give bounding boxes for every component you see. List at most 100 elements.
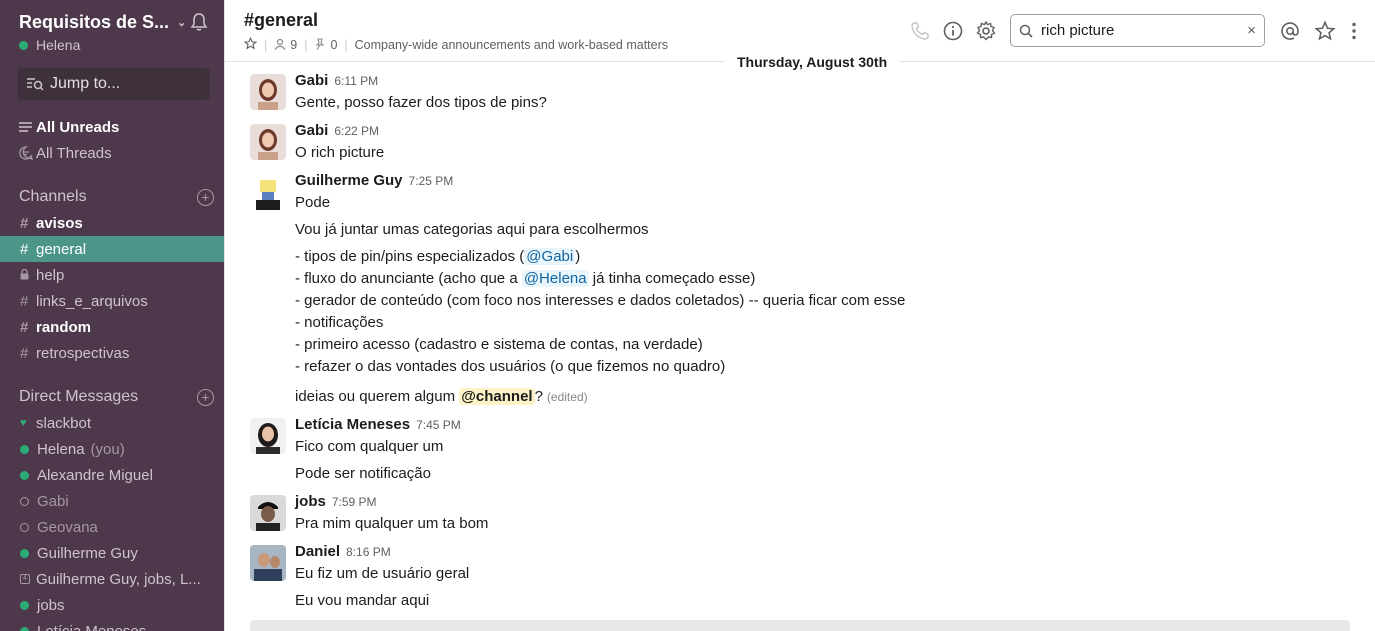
gear-icon[interactable]	[975, 20, 997, 42]
message-header: Guilherme Guy 7:25 PM	[295, 172, 453, 189]
you-suffix: (you)	[90, 440, 125, 458]
add-channel-icon[interactable]: +	[197, 188, 214, 206]
star-icon[interactable]	[1314, 20, 1336, 42]
phone-icon[interactable]	[909, 20, 931, 42]
bell-icon[interactable]	[190, 12, 208, 32]
timestamp[interactable]: 7:45 PM	[416, 418, 461, 432]
message-text: Gente, posso fazer dos tipos de pins?	[295, 94, 547, 111]
channel-topic[interactable]: Company-wide announcements and work-base…	[355, 38, 668, 52]
dm-label: Geovana	[37, 518, 98, 536]
message-text: Vou já juntar umas categorias aqui para …	[295, 221, 649, 238]
pin-icon	[314, 37, 326, 53]
threads-icon	[19, 146, 36, 160]
dm-label: Letícia Meneses	[37, 622, 147, 631]
message-text: Eu vou mandar aqui	[295, 592, 430, 609]
jump-to-button[interactable]: Jump to...	[18, 68, 210, 100]
sidebar-item-random[interactable]: # random	[0, 314, 224, 340]
message: Gabi 6:11 PM Gente, posso fazer dos tipo…	[250, 72, 1350, 117]
timestamp[interactable]: 6:22 PM	[334, 124, 379, 138]
avatar[interactable]	[250, 124, 286, 160]
message-text: - gerador de conteúdo (com foco nos inte…	[295, 292, 906, 309]
clear-search-icon[interactable]: ×	[1247, 22, 1256, 39]
all-threads-link[interactable]: All Threads	[19, 141, 214, 165]
star-icon[interactable]	[243, 36, 258, 53]
meta-separator: |	[264, 38, 268, 52]
avatar[interactable]	[250, 495, 286, 531]
pin-count[interactable]: 0	[330, 38, 337, 52]
dm-item-group[interactable]: 4 Guilherme Guy, jobs, L...	[0, 566, 224, 592]
text-segment: ?	[534, 388, 543, 405]
user-mention[interactable]: @Gabi	[524, 248, 576, 265]
timestamp[interactable]: 8:16 PM	[346, 545, 391, 559]
all-unreads-link[interactable]: All Unreads	[19, 115, 214, 139]
timestamp[interactable]: 7:59 PM	[332, 495, 377, 509]
message-text: Pra mim qualquer um ta bom	[295, 515, 489, 532]
channels-section-header[interactable]: Channels +	[19, 185, 214, 209]
dm-item-guilherme-guy[interactable]: Guilherme Guy	[0, 540, 224, 566]
sender-name[interactable]: Letícia Meneses	[295, 416, 410, 433]
sidebar-item-general[interactable]: # general	[0, 236, 224, 262]
all-threads-label: All Threads	[36, 144, 112, 162]
sender-name[interactable]: Guilherme Guy	[295, 172, 403, 189]
sender-name[interactable]: Gabi	[295, 72, 328, 89]
add-dm-icon[interactable]: +	[197, 388, 214, 406]
dm-label: Alexandre Miguel	[37, 466, 153, 484]
more-options-icon[interactable]	[1343, 20, 1365, 42]
search-input[interactable]: rich picture ×	[1010, 14, 1265, 47]
channel-label: links_e_arquivos	[36, 292, 148, 310]
text-segment: ideias ou querem algum	[295, 388, 460, 405]
dm-item-slackbot[interactable]: ♥ slackbot	[0, 410, 224, 436]
text-segment: - tipos de pin/pins especializados (	[295, 248, 525, 265]
user-mention[interactable]: @Helena	[521, 270, 589, 287]
dm-item-alexandre-miguel[interactable]: Alexandre Miguel	[0, 462, 224, 488]
all-unreads-label: All Unreads	[36, 118, 120, 136]
sender-name[interactable]: jobs	[295, 493, 326, 510]
dm-item-jobs[interactable]: jobs	[0, 592, 224, 618]
message-text: - tipos de pin/pins especializados (@Gab…	[295, 248, 580, 265]
member-count[interactable]: 9	[290, 38, 297, 52]
timestamp[interactable]: 7:25 PM	[409, 174, 454, 188]
message: Daniel 8:16 PM Eu fiz um de usuário gera…	[250, 543, 1350, 615]
sidebar-item-help[interactable]: help	[0, 262, 224, 288]
info-icon[interactable]	[942, 20, 964, 42]
online-status-icon	[20, 444, 29, 454]
sidebar-item-avisos[interactable]: # avisos	[0, 210, 224, 236]
avatar[interactable]	[250, 74, 286, 110]
sidebar-item-retrospectivas[interactable]: # retrospectivas	[0, 340, 224, 366]
jump-to-label: Jump to...	[50, 75, 121, 92]
slack-app: Requisitos de S... ⌄ Helena Jump to... A…	[0, 0, 1375, 631]
dm-label: Guilherme Guy	[37, 544, 138, 562]
message: Letícia Meneses 7:45 PM Fico com qualque…	[250, 416, 1350, 486]
dm-item-geovana[interactable]: Geovana	[0, 514, 224, 540]
workspace-header[interactable]: Requisitos de S... ⌄ Helena	[19, 10, 214, 53]
message-text: Pode	[295, 194, 331, 211]
sender-name[interactable]: Gabi	[295, 122, 328, 139]
avatar[interactable]	[250, 174, 286, 210]
channel-label: avisos	[36, 214, 83, 232]
dm-item-helena[interactable]: Helena (you)	[0, 436, 224, 462]
text-segment: )	[575, 248, 581, 265]
sidebar: Requisitos de S... ⌄ Helena Jump to... A…	[0, 0, 224, 631]
channel-title[interactable]: #general	[244, 10, 318, 31]
message-header: jobs 7:59 PM	[295, 493, 377, 510]
members-icon	[274, 38, 286, 53]
timestamp[interactable]: 6:11 PM	[334, 74, 378, 88]
sidebar-item-links-e-arquivos[interactable]: # links_e_arquivos	[0, 288, 224, 314]
dms-section-header[interactable]: Direct Messages +	[19, 385, 214, 409]
message-header: Letícia Meneses 7:45 PM	[295, 416, 461, 433]
sender-name[interactable]: Daniel	[295, 543, 340, 560]
away-status-icon	[20, 522, 29, 532]
channel-label: random	[36, 318, 92, 336]
message-text: O rich picture	[295, 144, 385, 161]
dm-item-leticia-meneses[interactable]: Letícia Meneses	[0, 618, 224, 631]
channel-mention[interactable]: @channel	[459, 388, 535, 405]
avatar[interactable]	[250, 545, 286, 581]
mentions-icon[interactable]	[1279, 20, 1301, 42]
message: Guilherme Guy 7:25 PM Pode Vou já juntar…	[250, 172, 1350, 412]
message-text: - refazer o das vontades dos usuários (o…	[295, 358, 726, 375]
online-status-icon	[20, 470, 29, 480]
search-query[interactable]: rich picture	[1041, 22, 1247, 39]
dm-item-gabi[interactable]: Gabi	[0, 488, 224, 514]
workspace-name[interactable]: Requisitos de S... ⌄	[19, 10, 214, 34]
avatar[interactable]	[250, 418, 286, 454]
